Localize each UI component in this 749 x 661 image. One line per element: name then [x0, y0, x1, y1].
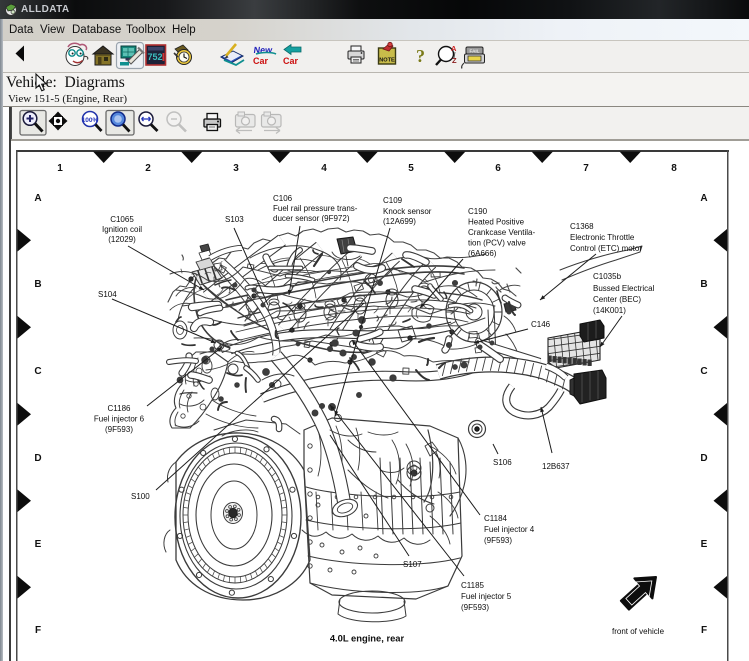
svg-text:E: E [701, 539, 708, 550]
svg-text:(9F593): (9F593) [484, 536, 512, 545]
svg-text:C1368: C1368 [570, 222, 594, 231]
svg-text:tion (PCV) valve: tion (PCV) valve [468, 239, 526, 248]
svg-text:(6A666): (6A666) [468, 249, 497, 258]
svg-text:Crankcase Ventila-: Crankcase Ventila- [468, 228, 535, 237]
svg-text:S103: S103 [225, 215, 244, 224]
svg-text:6: 6 [495, 163, 501, 174]
svg-text:F: F [701, 625, 707, 636]
svg-text:C1186: C1186 [108, 404, 132, 413]
svg-text:7: 7 [583, 163, 589, 174]
svg-text:D: D [700, 453, 707, 464]
svg-text:(9F593): (9F593) [461, 603, 489, 612]
svg-text:Fuel rail pressure trans-: Fuel rail pressure trans- [273, 204, 358, 213]
svg-text:F: F [35, 625, 41, 636]
svg-text:Electronic Throttle: Electronic Throttle [570, 233, 635, 242]
svg-text:C109: C109 [383, 196, 403, 205]
svg-text:C1185: C1185 [461, 581, 485, 590]
svg-text:3: 3 [233, 163, 239, 174]
svg-text:5: 5 [408, 163, 414, 174]
svg-text:S106: S106 [493, 458, 512, 467]
svg-text:E: E [35, 539, 42, 550]
svg-text:A: A [700, 193, 707, 204]
svg-text:C: C [700, 366, 707, 377]
svg-text:4.0L engine, rear: 4.0L engine, rear [330, 633, 405, 644]
svg-text:(12029): (12029) [108, 235, 136, 244]
svg-text:(14K001): (14K001) [593, 306, 626, 315]
svg-text:S107: S107 [403, 560, 422, 569]
svg-text:Center (BEC): Center (BEC) [593, 295, 641, 304]
svg-text:C1065: C1065 [110, 215, 134, 224]
svg-text:2: 2 [145, 163, 151, 174]
svg-text:Control (ETC) motor: Control (ETC) motor [570, 244, 642, 253]
svg-text:S104: S104 [98, 290, 117, 299]
svg-text:Bussed Electrical: Bussed Electrical [593, 284, 655, 293]
svg-text:D: D [34, 453, 41, 464]
svg-text:B: B [700, 279, 707, 290]
svg-text:12B637: 12B637 [542, 462, 570, 471]
svg-text:Fuel injector 5: Fuel injector 5 [461, 592, 512, 601]
svg-text:C: C [34, 366, 41, 377]
svg-text:Heated Positive: Heated Positive [468, 218, 525, 227]
svg-text:B: B [34, 279, 41, 290]
svg-text:1: 1 [57, 163, 63, 174]
svg-text:Ignition coil: Ignition coil [102, 225, 142, 234]
svg-text:Fuel injector 6: Fuel injector 6 [94, 415, 145, 424]
svg-text:C106: C106 [273, 194, 293, 203]
svg-text:S100: S100 [131, 492, 150, 501]
svg-text:Fuel injector 4: Fuel injector 4 [484, 525, 535, 534]
svg-text:C1184: C1184 [484, 514, 508, 523]
svg-text:ducer sensor (9F972): ducer sensor (9F972) [273, 214, 350, 223]
svg-text:front of vehicle: front of vehicle [612, 627, 665, 636]
svg-text:Knock sensor: Knock sensor [383, 207, 432, 216]
svg-text:C1035b: C1035b [593, 272, 622, 281]
svg-text:8: 8 [671, 163, 677, 174]
svg-text:4: 4 [321, 163, 327, 174]
svg-text:C146: C146 [531, 320, 551, 329]
svg-text:C190: C190 [468, 207, 488, 216]
svg-text:(12A699): (12A699) [383, 217, 416, 226]
svg-text:(9F593): (9F593) [105, 425, 133, 434]
svg-text:A: A [34, 193, 41, 204]
